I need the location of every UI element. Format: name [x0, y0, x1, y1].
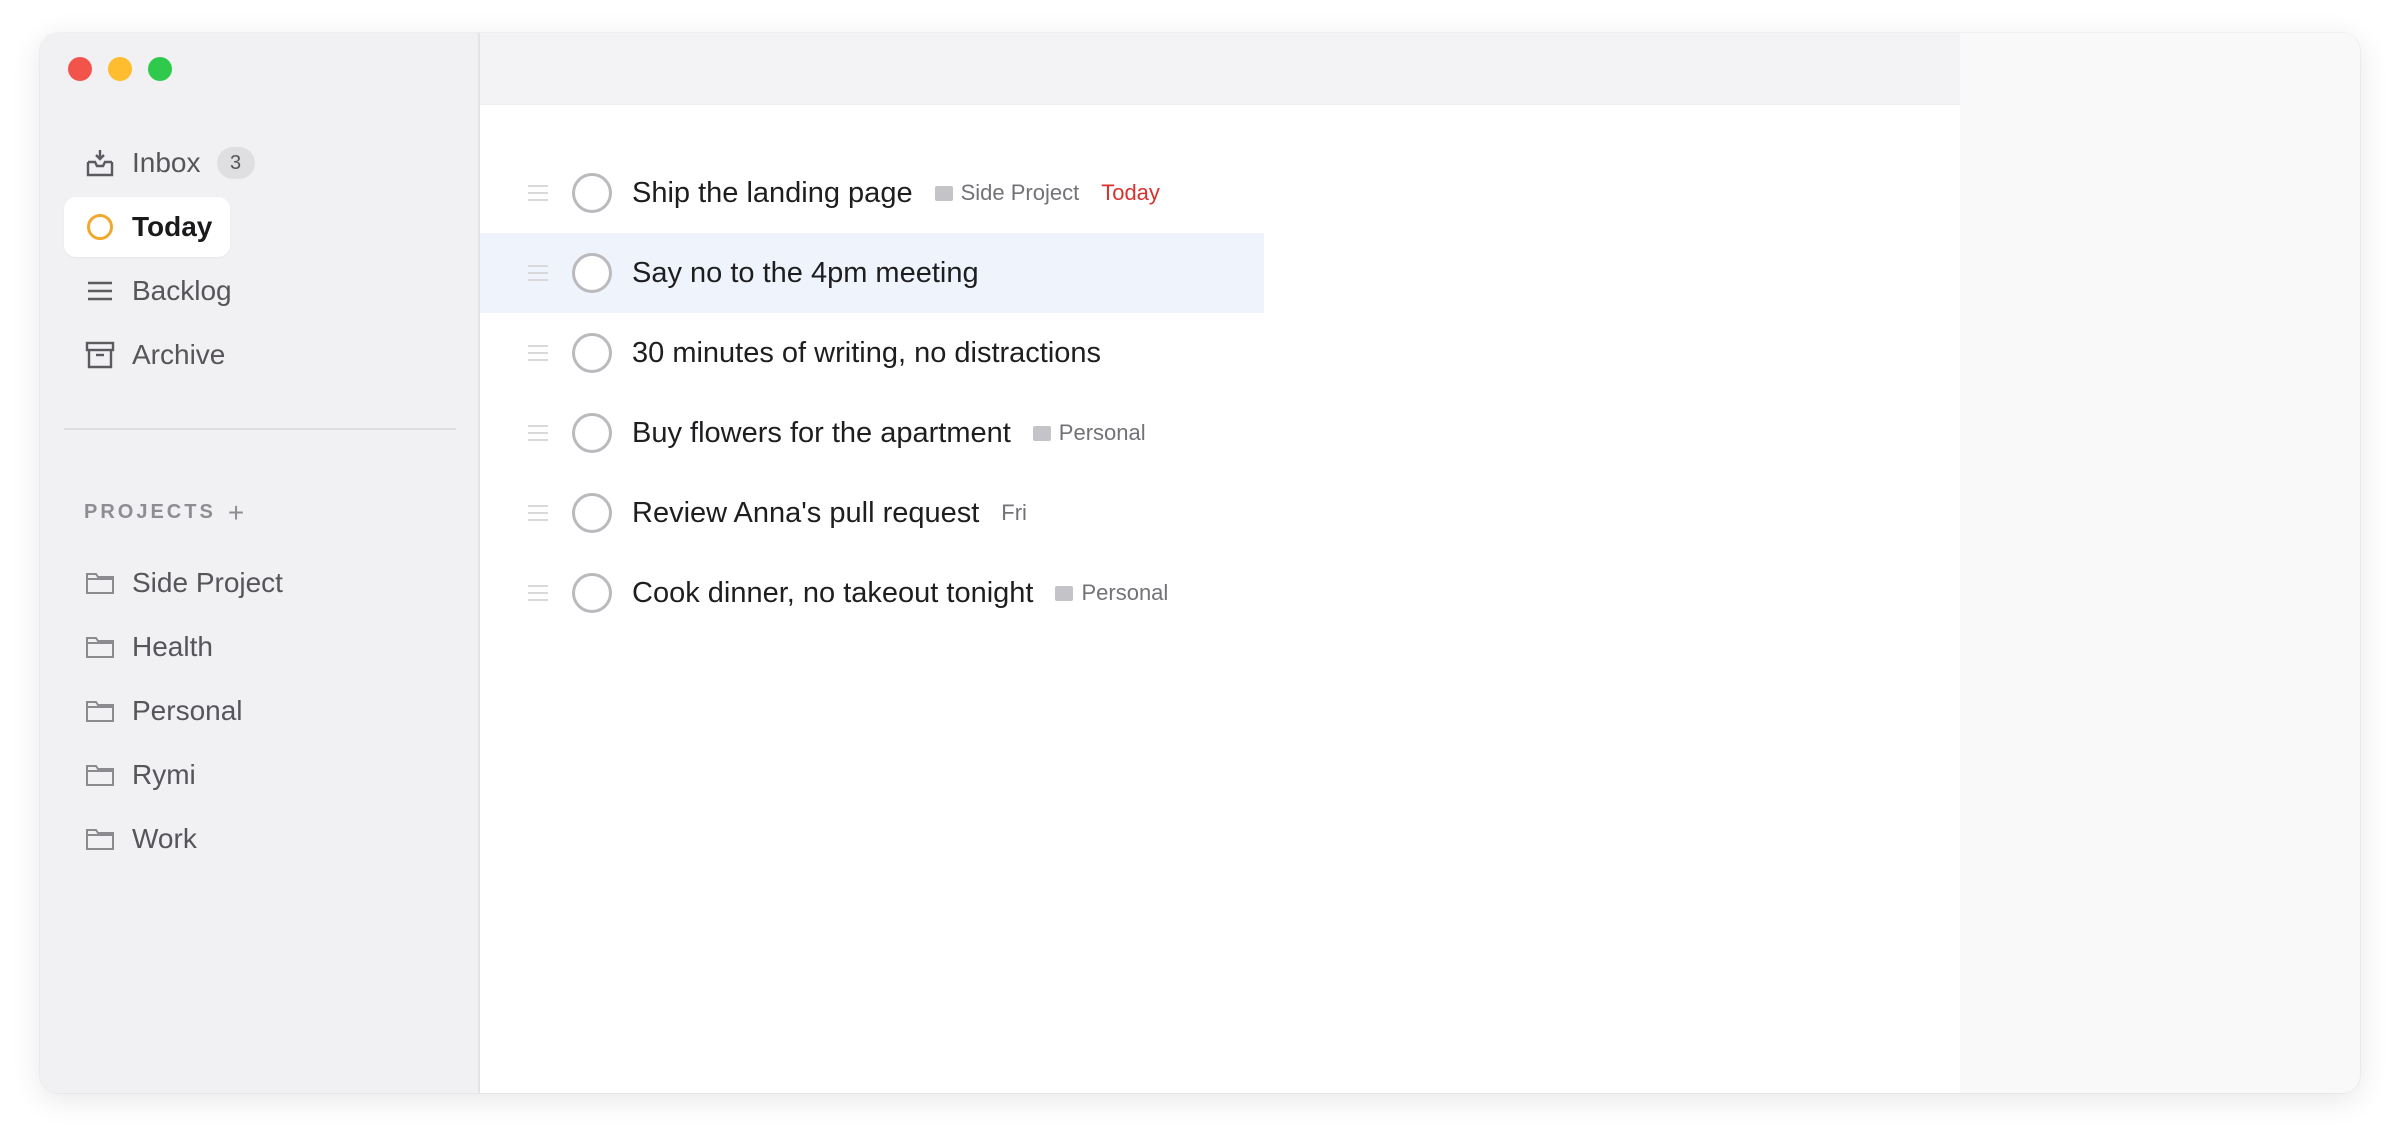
- sidebar-item-label: Work: [132, 823, 197, 854]
- task-checkbox[interactable]: [572, 253, 612, 293]
- sidebar-item-label: Backlog: [132, 275, 232, 306]
- sidebar-nav: Inbox 3 Today Backlog Archive: [64, 133, 456, 389]
- task-project-tag: Personal: [1032, 420, 1146, 446]
- task-row[interactable]: Review Anna's pull request Fri: [480, 473, 1960, 553]
- folder-icon: [84, 567, 116, 599]
- task-title[interactable]: Say no to the 4pm meeting: [632, 257, 979, 290]
- sidebar: Inbox 3 Today Backlog Archive PROJECTS +…: [40, 33, 480, 1093]
- tag-swatch-icon: [1055, 585, 1074, 601]
- tag-swatch-icon: [934, 185, 953, 201]
- sidebar-item-archive[interactable]: Archive: [64, 325, 456, 385]
- task-project-label: Personal: [1058, 420, 1146, 445]
- task-row[interactable]: Cook dinner, no takeout tonight Personal: [480, 553, 1960, 633]
- task-project-label: Personal: [1081, 580, 1169, 605]
- drag-handle-icon[interactable]: [528, 265, 548, 281]
- sidebar-item-project-work[interactable]: Work: [64, 809, 456, 869]
- projects-heading-label: PROJECTS: [84, 501, 216, 523]
- sidebar-item-project-health[interactable]: Health: [64, 617, 456, 677]
- task-checkbox[interactable]: [572, 413, 612, 453]
- minimize-window-button[interactable]: [108, 57, 132, 81]
- task-title[interactable]: Cook dinner, no takeout tonight: [632, 577, 1033, 610]
- drag-handle-icon[interactable]: [528, 185, 548, 201]
- sidebar-divider: [64, 428, 456, 430]
- task-due-date: Fri: [1001, 500, 1027, 525]
- sidebar-item-label: Today: [132, 211, 213, 242]
- folder-icon: [84, 759, 116, 791]
- folder-icon: [84, 631, 116, 663]
- archive-box-icon: [84, 339, 116, 371]
- sidebar-item-inbox[interactable]: Inbox 3: [64, 133, 456, 193]
- tag-swatch-icon: [1032, 425, 1051, 441]
- task-checkbox[interactable]: [572, 573, 612, 613]
- folder-icon: [84, 695, 116, 727]
- drag-handle-icon[interactable]: [528, 345, 548, 361]
- task-list: Ship the landing page Side Project Today…: [480, 153, 1960, 633]
- task-checkbox[interactable]: [572, 173, 612, 213]
- app-window: Inbox 3 Today Backlog Archive PROJECTS +…: [40, 33, 2360, 1093]
- task-project-tag: Side Project: [934, 180, 1080, 206]
- sidebar-item-label: Inbox: [132, 147, 201, 178]
- today-circle-icon: [84, 211, 116, 243]
- sidebar-item-today[interactable]: Today: [64, 197, 230, 257]
- task-row[interactable]: Say no to the 4pm meeting: [480, 233, 1960, 313]
- inbox-tray-icon: [84, 147, 116, 179]
- detail-pane: [1960, 33, 2360, 1093]
- task-row[interactable]: Ship the landing page Side Project Today: [480, 153, 1960, 233]
- drag-handle-icon[interactable]: [528, 425, 548, 441]
- sidebar-item-label: Archive: [132, 339, 226, 370]
- task-title[interactable]: 30 minutes of writing, no distractions: [632, 337, 1101, 370]
- sidebar-item-project-personal[interactable]: Personal: [64, 681, 456, 741]
- list-lines-icon: [84, 275, 116, 307]
- task-title[interactable]: Ship the landing page: [632, 177, 913, 210]
- task-project-tag: Personal: [1055, 580, 1168, 606]
- task-title[interactable]: Review Anna's pull request: [632, 497, 979, 530]
- task-row[interactable]: Buy flowers for the apartment Personal: [480, 393, 1960, 473]
- projects-list: Side Project Health Personal Rymi Work: [64, 553, 456, 873]
- toolbar: [480, 33, 1960, 105]
- task-title[interactable]: Buy flowers for the apartment: [632, 417, 1011, 450]
- sidebar-item-label: Health: [132, 631, 213, 662]
- sidebar-item-project-rymi[interactable]: Rymi: [64, 745, 456, 805]
- close-window-button[interactable]: [68, 57, 92, 81]
- projects-heading: PROJECTS +: [84, 498, 244, 526]
- task-checkbox[interactable]: [572, 333, 612, 373]
- zoom-window-button[interactable]: [148, 57, 172, 81]
- sidebar-item-backlog[interactable]: Backlog: [64, 261, 456, 321]
- add-project-button[interactable]: +: [228, 498, 244, 526]
- inbox-count-badge: 3: [216, 147, 255, 179]
- task-checkbox[interactable]: [572, 493, 612, 533]
- task-row[interactable]: 30 minutes of writing, no distractions: [480, 313, 1960, 393]
- sidebar-item-label: Side Project: [132, 567, 283, 598]
- main-pane: Ship the landing page Side Project Today…: [480, 33, 1960, 1093]
- task-project-label: Side Project: [960, 180, 1080, 205]
- window-controls: [68, 57, 172, 81]
- sidebar-item-label: Personal: [132, 695, 243, 726]
- folder-icon: [84, 823, 116, 855]
- drag-handle-icon[interactable]: [528, 505, 548, 521]
- sidebar-item-label: Rymi: [132, 759, 196, 790]
- sidebar-item-project-side-project[interactable]: Side Project: [64, 553, 456, 613]
- task-due-date: Today: [1101, 180, 1160, 205]
- drag-handle-icon[interactable]: [528, 585, 548, 601]
